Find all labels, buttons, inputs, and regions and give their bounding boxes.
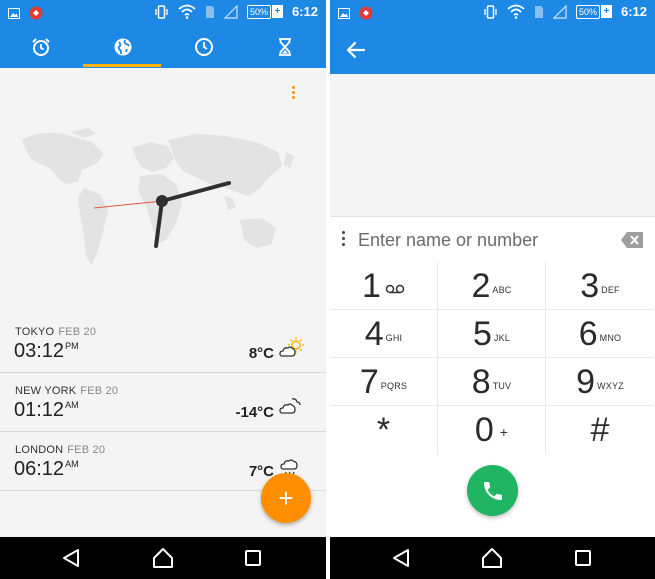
key-hash[interactable]: # <box>546 406 654 454</box>
dialer-toolbar <box>330 26 655 74</box>
city-row-new-york[interactable]: NEW YORK FEB 20 01:12AM -14°C <box>0 373 326 432</box>
home-nav-icon[interactable] <box>479 545 505 571</box>
key-4[interactable]: 4 GHI <box>330 310 438 358</box>
key-star[interactable]: * <box>330 406 438 454</box>
signal-icon <box>552 4 567 19</box>
gallery-notification-icon <box>338 7 350 19</box>
number-input[interactable] <box>358 227 608 253</box>
clock-tab-bar <box>0 26 326 68</box>
city-row-tokyo[interactable]: TOKYO FEB 20 03:12PM 8°C <box>0 314 326 373</box>
nav-bar <box>0 537 326 579</box>
key-3[interactable]: 3 DEF <box>546 262 654 310</box>
back-nav-icon[interactable] <box>58 545 84 571</box>
status-bar: 50% + 6:12 <box>0 0 326 26</box>
nav-bar <box>330 537 655 579</box>
key-9[interactable]: 9 WXYZ <box>546 358 654 406</box>
key-2[interactable]: 2 ABC <box>438 262 546 310</box>
hourglass-icon <box>278 38 291 56</box>
tab-world-clock[interactable] <box>82 26 163 68</box>
recent-apps-nav-icon[interactable] <box>570 545 596 571</box>
city-time: 03:12PM <box>14 340 79 362</box>
sim-card-icon <box>534 5 543 18</box>
tab-stopwatch[interactable] <box>163 26 244 68</box>
world-map <box>22 128 294 266</box>
vibrate-icon <box>155 4 168 19</box>
call-area <box>330 456 655 537</box>
key-1[interactable]: 1 <box>330 262 438 310</box>
sim-card-icon <box>205 5 214 18</box>
back-nav-icon[interactable] <box>388 545 414 571</box>
key-7[interactable]: 7 PQRS <box>330 358 438 406</box>
backspace-icon[interactable] <box>620 231 644 249</box>
clock-icon <box>194 38 213 56</box>
home-nav-icon[interactable] <box>150 545 176 571</box>
city-label: NEW YORK FEB 20 <box>15 385 119 397</box>
voicemail-icon <box>385 284 405 293</box>
add-city-button[interactable]: + <box>261 473 311 523</box>
city-temperature: 8°C <box>248 345 274 362</box>
tab-alarm[interactable] <box>0 26 81 68</box>
wifi-icon <box>178 4 196 19</box>
battery-indicator: 50% <box>575 4 600 19</box>
world-clock-screen: 50% + 6:12 TOKYO FEB 20 03:12PM 8°C NEW … <box>0 0 326 579</box>
battery-indicator: 50% <box>246 4 271 19</box>
status-bar: 50% + 6:12 <box>330 0 655 26</box>
tab-timer[interactable] <box>244 26 325 68</box>
app-notification-icon <box>359 6 373 20</box>
number-entry-bar <box>330 216 655 262</box>
vibrate-icon <box>484 4 497 19</box>
status-time: 6:12 <box>620 4 647 19</box>
dialer-menu-button[interactable] <box>342 231 346 251</box>
call-button[interactable] <box>467 465 518 516</box>
wifi-icon <box>507 4 525 19</box>
gallery-notification-icon <box>8 7 20 19</box>
charging-icon: + <box>600 5 612 18</box>
city-time: 06:12AM <box>14 458 79 480</box>
world-map-clock <box>0 68 326 308</box>
cloudy-night-icon <box>279 398 301 414</box>
globe-icon <box>114 38 131 56</box>
city-time: 01:12AM <box>14 399 79 421</box>
back-arrow-icon[interactable] <box>344 38 368 62</box>
alarm-icon <box>31 38 50 56</box>
charging-icon: + <box>271 5 283 18</box>
app-notification-icon <box>29 6 43 20</box>
key-5[interactable]: 5 JKL <box>438 310 546 358</box>
recent-apps-nav-icon[interactable] <box>240 545 266 571</box>
dialer-screen: 50% + 6:12 1 2ABC 3DEF 4GHI 5JKL 6MNO 7P… <box>330 0 655 579</box>
partly-sunny-icon <box>279 337 304 357</box>
city-temperature: -14°C <box>235 404 274 421</box>
status-time: 6:12 <box>291 4 318 19</box>
phone-icon <box>483 481 502 500</box>
key-0[interactable]: 0 + <box>438 406 546 454</box>
dial-pad: 1 2 ABC 3 DEF 4 GHI 5 JKL 6 MNO 7 PQRS 8 TUV 9W… <box>330 262 655 456</box>
signal-icon <box>223 4 238 19</box>
selected-tab-indicator <box>83 64 161 67</box>
city-label: TOKYO FEB 20 <box>15 326 97 338</box>
key-8[interactable]: 8 TUV <box>438 358 546 406</box>
city-label: LONDON FEB 20 <box>15 444 106 456</box>
key-6[interactable]: 6 MNO <box>546 310 654 358</box>
